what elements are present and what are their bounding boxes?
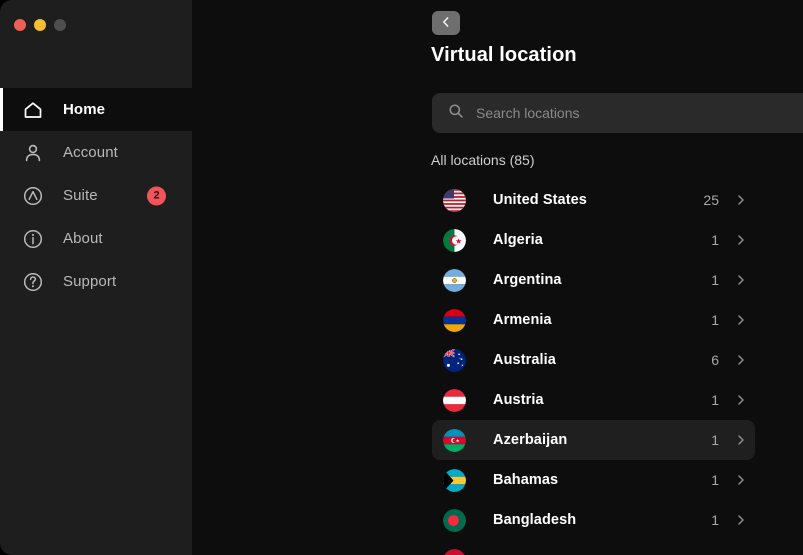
sidebar: Home Account Suite 2 About Support — [0, 0, 192, 555]
location-server-count: 1 — [711, 312, 719, 328]
location-server-count: 1 — [711, 272, 719, 288]
location-name: Australia — [493, 352, 556, 368]
chevron-right-icon — [731, 513, 751, 527]
section-label: All locations (85) — [431, 152, 535, 168]
chevron-right-icon — [731, 193, 751, 207]
flag-icon — [443, 228, 466, 252]
location-name: United States — [493, 192, 587, 208]
chevron-left-icon — [439, 15, 453, 32]
chevron-right-icon — [731, 393, 751, 407]
sidebar-item-account[interactable]: Account — [0, 131, 192, 174]
location-server-count: 6 — [711, 352, 719, 368]
sidebar-item-label: Support — [63, 273, 117, 290]
location-name: Algeria — [493, 232, 543, 248]
search-input[interactable] — [476, 105, 803, 121]
close-window-button[interactable] — [14, 19, 26, 31]
location-row[interactable]: Argentina 1 — [432, 260, 755, 300]
flag-icon — [443, 428, 466, 452]
location-row[interactable]: Australia 6 — [432, 340, 755, 380]
main-panel: Virtual location All locations (85) Unit… — [192, 0, 803, 555]
chevron-right-icon — [731, 353, 751, 367]
location-name: Bahamas — [493, 472, 559, 488]
sidebar-item-label: Home — [63, 101, 106, 118]
sidebar-item-label: About — [63, 230, 103, 247]
flag-icon — [443, 308, 466, 332]
chevron-right-icon — [731, 313, 751, 327]
flag-icon — [443, 388, 466, 412]
flag-icon — [443, 188, 466, 212]
sidebar-item-label: Suite — [63, 187, 98, 204]
page-title: Virtual location — [431, 44, 577, 66]
flag-icon — [443, 348, 466, 372]
location-name: Bangladesh — [493, 512, 577, 528]
minimize-window-button[interactable] — [34, 19, 46, 31]
question-icon — [22, 271, 44, 293]
location-row[interactable] — [432, 540, 755, 555]
location-server-count: 1 — [711, 232, 719, 248]
locations-list[interactable]: United States 25 Algeria 1 Argentina 1 Armenia… — [192, 180, 803, 555]
window-titlebar — [0, 0, 192, 36]
chevron-right-icon — [731, 233, 751, 247]
chevron-right-icon — [731, 473, 751, 487]
location-server-count: 1 — [711, 512, 719, 528]
location-row[interactable]: Austria 1 — [432, 380, 755, 420]
search-input-container[interactable] — [432, 93, 803, 133]
sidebar-item-home[interactable]: Home — [0, 88, 192, 131]
location-row[interactable]: Bahamas 1 — [432, 460, 755, 500]
app-window: Home Account Suite 2 About Support Virtual lo… — [0, 0, 803, 555]
sidebar-item-support[interactable]: Support — [0, 260, 192, 303]
search-icon — [448, 103, 464, 124]
info-icon — [22, 228, 44, 250]
maximize-window-button[interactable] — [54, 19, 66, 31]
sidebar-item-badge: 2 — [147, 186, 166, 205]
person-icon — [22, 142, 44, 164]
flag-icon — [443, 468, 466, 492]
location-server-count: 1 — [711, 432, 719, 448]
location-name: Argentina — [493, 272, 562, 288]
location-name: Azerbaijan — [493, 432, 568, 448]
location-row[interactable]: Azerbaijan 1 — [432, 420, 755, 460]
location-server-count: 1 — [711, 472, 719, 488]
location-row[interactable]: Armenia 1 — [432, 300, 755, 340]
flag-icon — [443, 548, 466, 555]
sidebar-item-suite[interactable]: Suite 2 — [0, 174, 192, 217]
suite-icon — [22, 185, 44, 207]
sidebar-item-label: Account — [63, 144, 118, 161]
sidebar-item-about[interactable]: About — [0, 217, 192, 260]
back-button[interactable] — [432, 11, 460, 35]
location-row[interactable]: United States 25 — [432, 180, 755, 220]
chevron-right-icon — [731, 433, 751, 447]
sidebar-nav: Home Account Suite 2 About Support — [0, 88, 192, 303]
home-icon — [22, 99, 44, 121]
flag-icon — [443, 268, 466, 292]
location-name: Armenia — [493, 312, 552, 328]
location-name: Austria — [493, 392, 544, 408]
flag-icon — [443, 508, 466, 532]
chevron-right-icon — [731, 273, 751, 287]
location-row[interactable]: Algeria 1 — [432, 220, 755, 260]
location-row[interactable]: Bangladesh 1 — [432, 500, 755, 540]
location-server-count: 25 — [703, 192, 719, 208]
location-server-count: 1 — [711, 392, 719, 408]
